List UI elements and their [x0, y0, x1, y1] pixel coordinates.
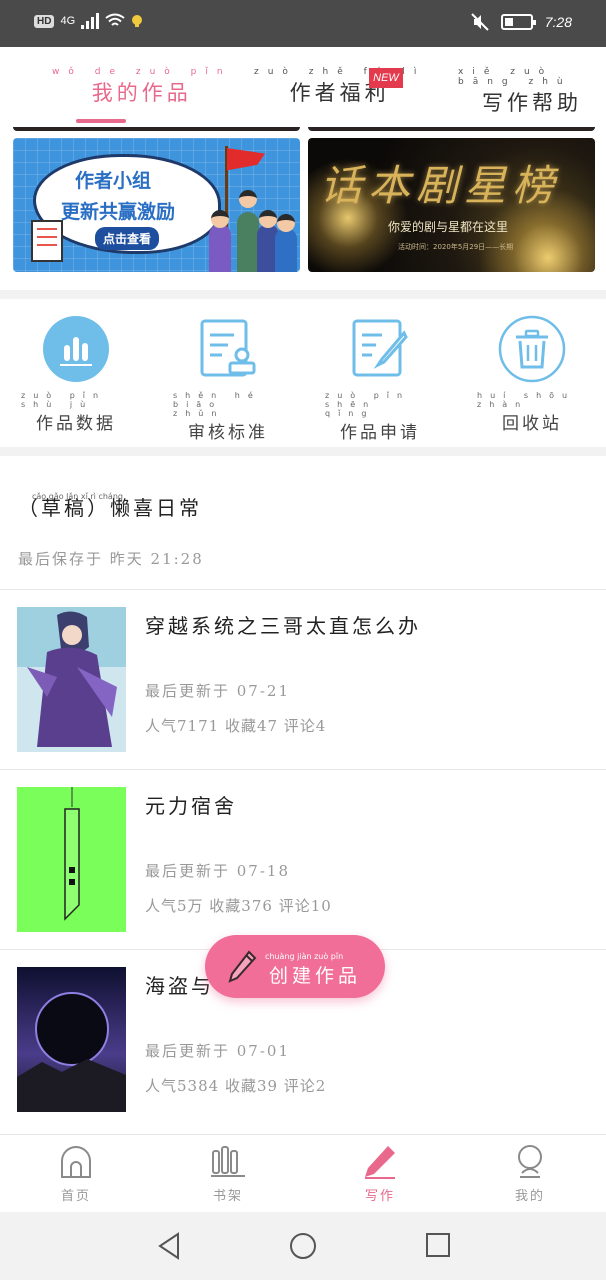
- system-nav-bar: [0, 1212, 606, 1280]
- home-button-icon[interactable]: [289, 1232, 317, 1260]
- create-work-label: 创建作品: [269, 965, 362, 987]
- bottom-nav: 首页 书架 写作 我的: [0, 1134, 606, 1212]
- tool-review-standard[interactable]: shěn hé biāo zhǔn 审核标准: [173, 315, 283, 443]
- home-icon: [61, 1146, 91, 1178]
- draft-saved-time: 最后保存于 昨天 21:28: [18, 550, 204, 568]
- notification-icon: [132, 15, 143, 27]
- status-right: 7:28: [471, 13, 572, 31]
- back-icon[interactable]: [156, 1232, 182, 1260]
- work-stats: 人气5384 收藏39 评论2: [145, 1077, 327, 1095]
- work-item[interactable]: 元力宿舍 最后更新于 07-18 人气5万 收藏376 评论10: [0, 770, 606, 950]
- banner-prev-edge-2: [308, 127, 595, 131]
- tab-my-works-label: 我的作品: [91, 81, 192, 105]
- tool-work-application-label: 作品申请: [340, 423, 420, 443]
- draft-item[interactable]: cǎo gǎo lǎn xǐ rì cháng （草稿）懒喜日常 最后保存于 昨…: [0, 456, 606, 590]
- pencil-icon: [228, 950, 257, 983]
- edit-document-icon: [346, 315, 414, 383]
- tool-recycle-bin-label: 回收站: [502, 414, 562, 434]
- works-list: cǎo gǎo lǎn xǐ rì cháng （草稿）懒喜日常 最后保存于 昨…: [0, 456, 606, 1134]
- tool-review-standard-label: 审核标准: [188, 423, 268, 443]
- work-updated: 最后更新于 07-01: [145, 1042, 291, 1060]
- bar-chart-icon: [42, 315, 110, 383]
- bookshelf-icon: [211, 1146, 245, 1177]
- work-title: 穿越系统之三哥太直怎么办: [145, 614, 421, 638]
- review-stamp-icon: [194, 315, 262, 383]
- status-left: HD 4G: [34, 13, 143, 29]
- document-illustration: [31, 220, 63, 262]
- banner-left-line1: 作者小组: [75, 170, 152, 192]
- work-cover: [17, 607, 126, 752]
- banner-prev-edge: [13, 127, 300, 131]
- hd-badge: HD: [34, 14, 55, 28]
- tool-review-standard-pinyin: shěn hé biāo zhǔn: [173, 391, 261, 418]
- top-tabs: wǒ de zuò pǐn 我的作品 zuò zhě fú lì 作者福利 xi…: [0, 47, 606, 127]
- work-stats: 人气7171 收藏47 评论4: [145, 717, 327, 735]
- tool-work-application-pinyin: zuò pǐn shēn qǐng: [325, 391, 411, 418]
- work-stats: 人气5万 收藏376 评论10: [145, 897, 332, 915]
- nav-home[interactable]: 首页: [36, 1143, 116, 1204]
- signal-icon: [81, 13, 100, 29]
- create-work-pinyin: chuàng jiàn zuò pǐn: [265, 952, 344, 961]
- status-bar: HD 4G 7:28: [0, 0, 606, 47]
- status-time: 7:28: [544, 14, 572, 30]
- flag-icon: [227, 148, 265, 171]
- profile-icon: [518, 1145, 542, 1178]
- banner-right-title: 话本剧星榜: [320, 161, 561, 210]
- work-cover: [17, 787, 126, 932]
- tool-recycle-bin-pinyin: huí shōu zhàn: [477, 391, 576, 409]
- work-title: 元力宿舍: [145, 794, 237, 818]
- create-work-button[interactable]: chuàng jiàn zuò pǐn 创建作品: [205, 935, 385, 998]
- banner-right-date: 活动时间：2020年5月29日——长期: [398, 243, 514, 251]
- work-item[interactable]: 穿越系统之三哥太直怎么办 最后更新于 07-21 人气7171 收藏47 评论4: [0, 590, 606, 770]
- nav-writing-label: 写作: [364, 1189, 395, 1204]
- banner-left-line2: 更新共赢激励: [61, 201, 176, 223]
- drama-star-banner[interactable]: 话本剧星榜 你爱的剧与星都在这里 活动时间：2020年5月29日——长期: [308, 138, 595, 272]
- network-label: 4G: [60, 15, 76, 27]
- nav-home-label: 首页: [60, 1189, 91, 1204]
- work-updated: 最后更新于 07-21: [145, 682, 291, 700]
- battery-icon: [500, 14, 536, 30]
- draft-title: （草稿）懒喜日常: [18, 496, 202, 520]
- recents-icon[interactable]: [425, 1232, 451, 1258]
- tab-writing-help-pinyin: xiě zuò bāng zhù: [458, 67, 572, 87]
- tab-writing-help-label: 写作帮助: [482, 91, 582, 115]
- tool-work-data[interactable]: zuò pǐn shù jù 作品数据: [21, 315, 131, 434]
- banner-right-subtitle: 你爱的剧与星都在这里: [388, 220, 509, 234]
- work-updated: 最后更新于 07-18: [145, 862, 291, 880]
- trash-icon: [498, 315, 566, 383]
- nav-writing[interactable]: 写作: [340, 1143, 420, 1204]
- author-group-banner[interactable]: 作者小组 更新共赢激励 点击查看: [13, 138, 300, 272]
- banner-carousel: 作者小组 更新共赢激励 点击查看 话本剧星榜 你爱的剧与星都在这里 活动时间：2…: [0, 127, 606, 290]
- tool-recycle-bin[interactable]: huí shōu zhàn 回收站: [477, 315, 587, 434]
- work-cover: [17, 967, 126, 1112]
- nav-profile[interactable]: 我的: [490, 1143, 570, 1204]
- nav-bookshelf[interactable]: 书架: [188, 1143, 268, 1204]
- nav-bookshelf-label: 书架: [212, 1189, 243, 1204]
- tool-work-data-pinyin: zuò pǐn shù jù: [21, 391, 107, 409]
- pencil-icon: [365, 1146, 395, 1179]
- tab-my-works[interactable]: wǒ de zuò pǐn 我的作品: [52, 67, 232, 107]
- tool-grid: zuò pǐn shù jù 作品数据 shěn hé biāo zhǔn 审核…: [0, 299, 606, 447]
- banner-view-button[interactable]: 点击查看: [95, 227, 160, 250]
- wifi-icon: [105, 13, 125, 26]
- work-title: 海盗与: [145, 974, 214, 998]
- tab-my-works-pinyin: wǒ de zuò pǐn: [52, 67, 232, 77]
- active-tab-indicator: [76, 119, 126, 123]
- new-badge: NEW: [369, 68, 403, 88]
- tool-work-data-label: 作品数据: [36, 414, 116, 434]
- tab-writing-help[interactable]: xiě zuò bāng zhù 写作帮助: [458, 67, 606, 117]
- tool-work-application[interactable]: zuò pǐn shēn qǐng 作品申请: [325, 315, 435, 443]
- nav-profile-label: 我的: [514, 1189, 545, 1204]
- mute-icon: [471, 13, 489, 31]
